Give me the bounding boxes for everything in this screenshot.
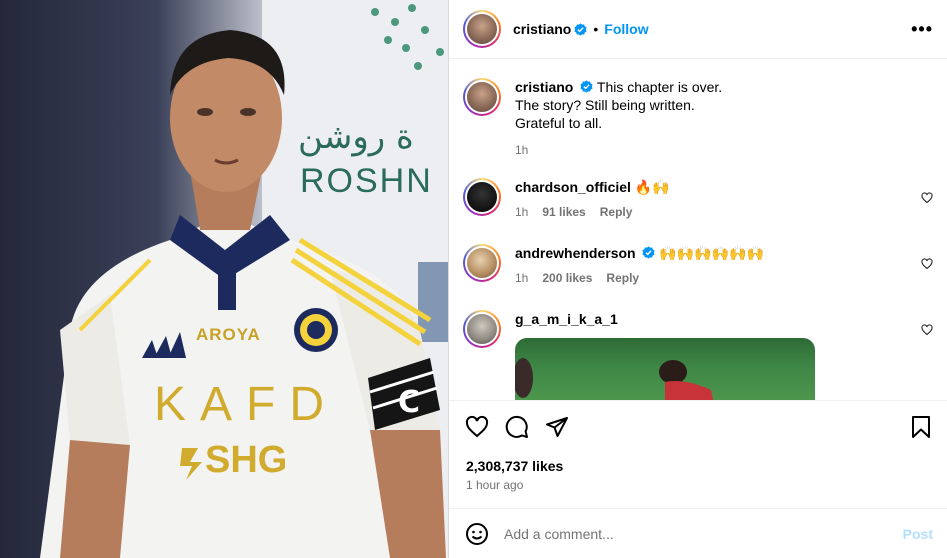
author-avatar[interactable] (463, 10, 501, 48)
comment-gif[interactable] (515, 338, 815, 400)
heart-icon[interactable] (921, 258, 933, 270)
comment-text: 🙌🙌🙌🙌🙌🙌 (659, 245, 764, 261)
sponsor-latin: ROSHN (300, 162, 433, 200)
caption-line-1: This chapter is over. (596, 79, 723, 95)
likes-count[interactable]: 2,308,737 likes (466, 458, 563, 474)
verified-badge-icon (574, 22, 587, 36)
heart-icon[interactable] (921, 324, 933, 336)
post-header: cristiano • Follow ••• (449, 0, 947, 59)
comments-list[interactable]: cristiano This chapter is over. The stor… (449, 60, 947, 400)
gif-image (515, 358, 714, 400)
jersey-brand: AROYA (196, 325, 261, 344)
caption-avatar[interactable] (463, 78, 501, 116)
comment-item: g_a_m_i_k_a_1 (463, 310, 933, 400)
commenter-avatar[interactable] (463, 178, 501, 216)
caption-line-3: Grateful to all. (515, 115, 603, 131)
emoji-icon[interactable] (465, 522, 489, 546)
caption-username[interactable]: cristiano (515, 79, 573, 95)
comment-item: chardson_officiel 🔥🙌 1h 91 likes Reply (463, 178, 933, 221)
comment-text: 🔥🙌 (634, 179, 670, 195)
comment-icon[interactable] (505, 415, 529, 439)
instagram-post-modal: ة روشن ROSHN C AROYA KAFD SHG cristiano … (0, 0, 947, 558)
comment-username[interactable]: g_a_m_i_k_a_1 (515, 311, 618, 327)
jersey-sponsor: KAFD (154, 378, 338, 431)
heart-icon[interactable] (921, 192, 933, 204)
jersey-sub-sponsor: SHG (205, 439, 287, 481)
sponsor-arabic: ة روشن (298, 117, 414, 157)
post-details-panel: cristiano • Follow ••• cristiano This ch… (448, 0, 947, 558)
post-comment-button[interactable]: Post (903, 526, 933, 542)
post-time[interactable]: 1 hour ago (466, 478, 523, 492)
verified-badge-icon (580, 80, 593, 93)
verified-badge-icon (642, 246, 656, 259)
comment-likes[interactable]: 91 likes (542, 203, 585, 221)
caption-time[interactable]: 1h (515, 141, 528, 159)
reply-button[interactable]: Reply (600, 203, 633, 221)
share-icon[interactable] (545, 415, 569, 439)
separator-dot: • (593, 21, 599, 37)
caption: cristiano This chapter is over. The stor… (463, 78, 933, 159)
comment-input[interactable] (504, 526, 903, 542)
armband-letter: C (398, 385, 420, 420)
more-options-icon[interactable]: ••• (911, 19, 933, 40)
comment-username[interactable]: andrewhenderson (515, 245, 636, 261)
comment-username[interactable]: chardson_officiel (515, 179, 631, 195)
save-icon[interactable] (909, 415, 933, 439)
heart-icon[interactable] (465, 415, 489, 439)
caption-line-2: The story? Still being written. (515, 97, 695, 113)
comment-time[interactable]: 1h (515, 203, 528, 221)
player-photo: ة روشن ROSHN C AROYA KAFD SHG (40, 0, 448, 558)
follow-button[interactable]: Follow (604, 21, 648, 37)
comment-likes[interactable]: 200 likes (542, 269, 592, 287)
reply-button[interactable]: Reply (606, 269, 639, 287)
commenter-avatar[interactable] (463, 244, 501, 282)
post-actions: 2,308,737 likes 1 hour ago Post (449, 400, 947, 558)
comment-time[interactable]: 1h (515, 269, 528, 287)
author-username[interactable]: cristiano (513, 21, 571, 37)
commenter-avatar[interactable] (463, 310, 501, 348)
post-image[interactable]: ة روشن ROSHN C AROYA KAFD SHG (0, 0, 448, 558)
comment-item: andrewhenderson 🙌🙌🙌🙌🙌🙌 1h 200 likes Repl… (463, 244, 933, 287)
comment-composer: Post (449, 508, 947, 558)
